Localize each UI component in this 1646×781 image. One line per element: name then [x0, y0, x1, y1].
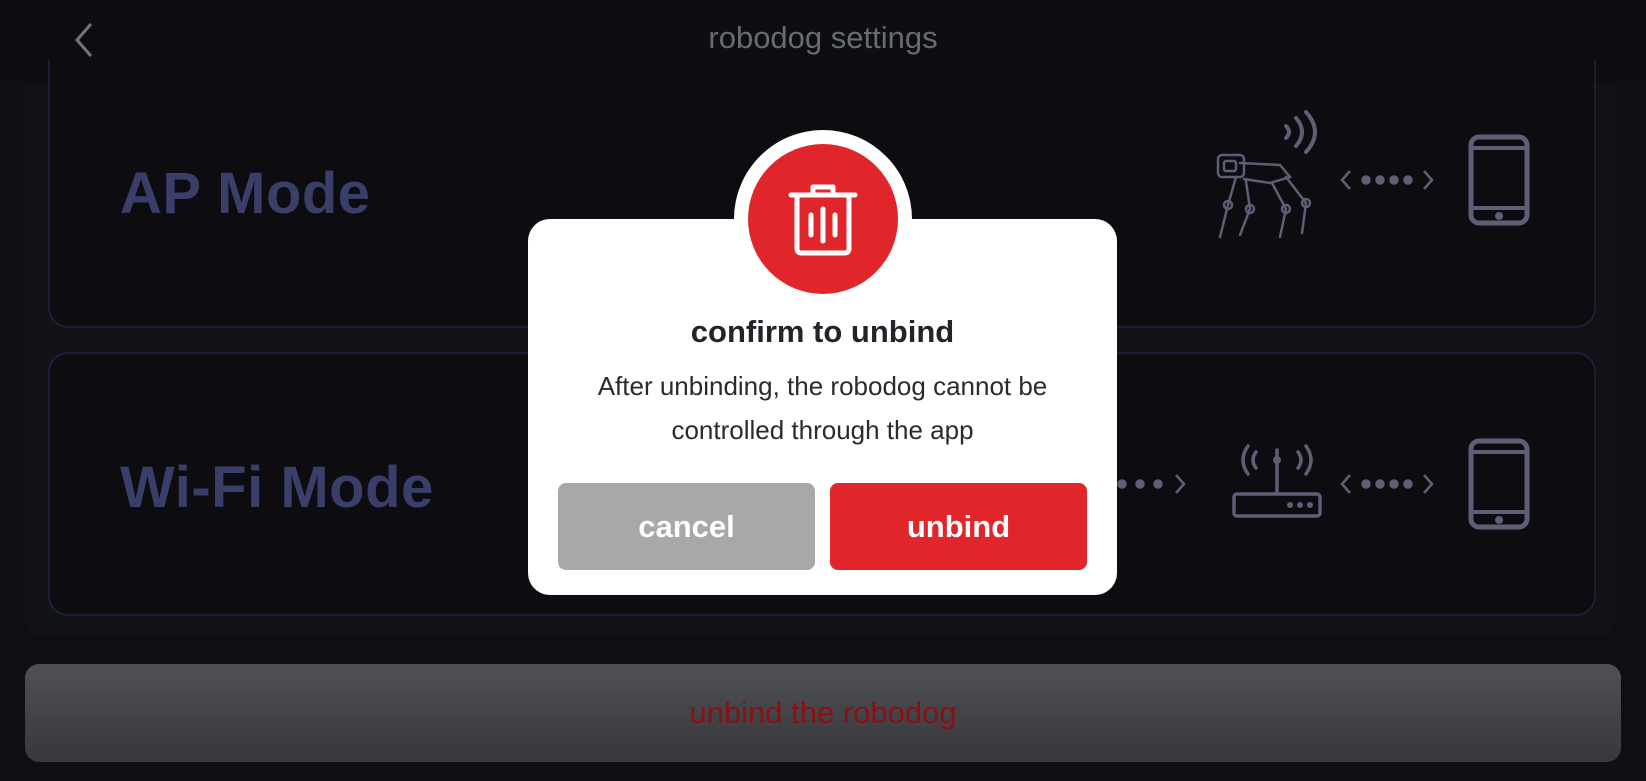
dialog-title: confirm to unbind: [690, 314, 955, 349]
dialog-badge: [748, 144, 898, 294]
cancel-button[interactable]: cancel: [558, 483, 815, 570]
dialog-message: After unbinding, the robodog cannot be c…: [597, 371, 1048, 445]
unbind-button[interactable]: unbind: [830, 483, 1087, 570]
trash-icon: [788, 184, 858, 256]
